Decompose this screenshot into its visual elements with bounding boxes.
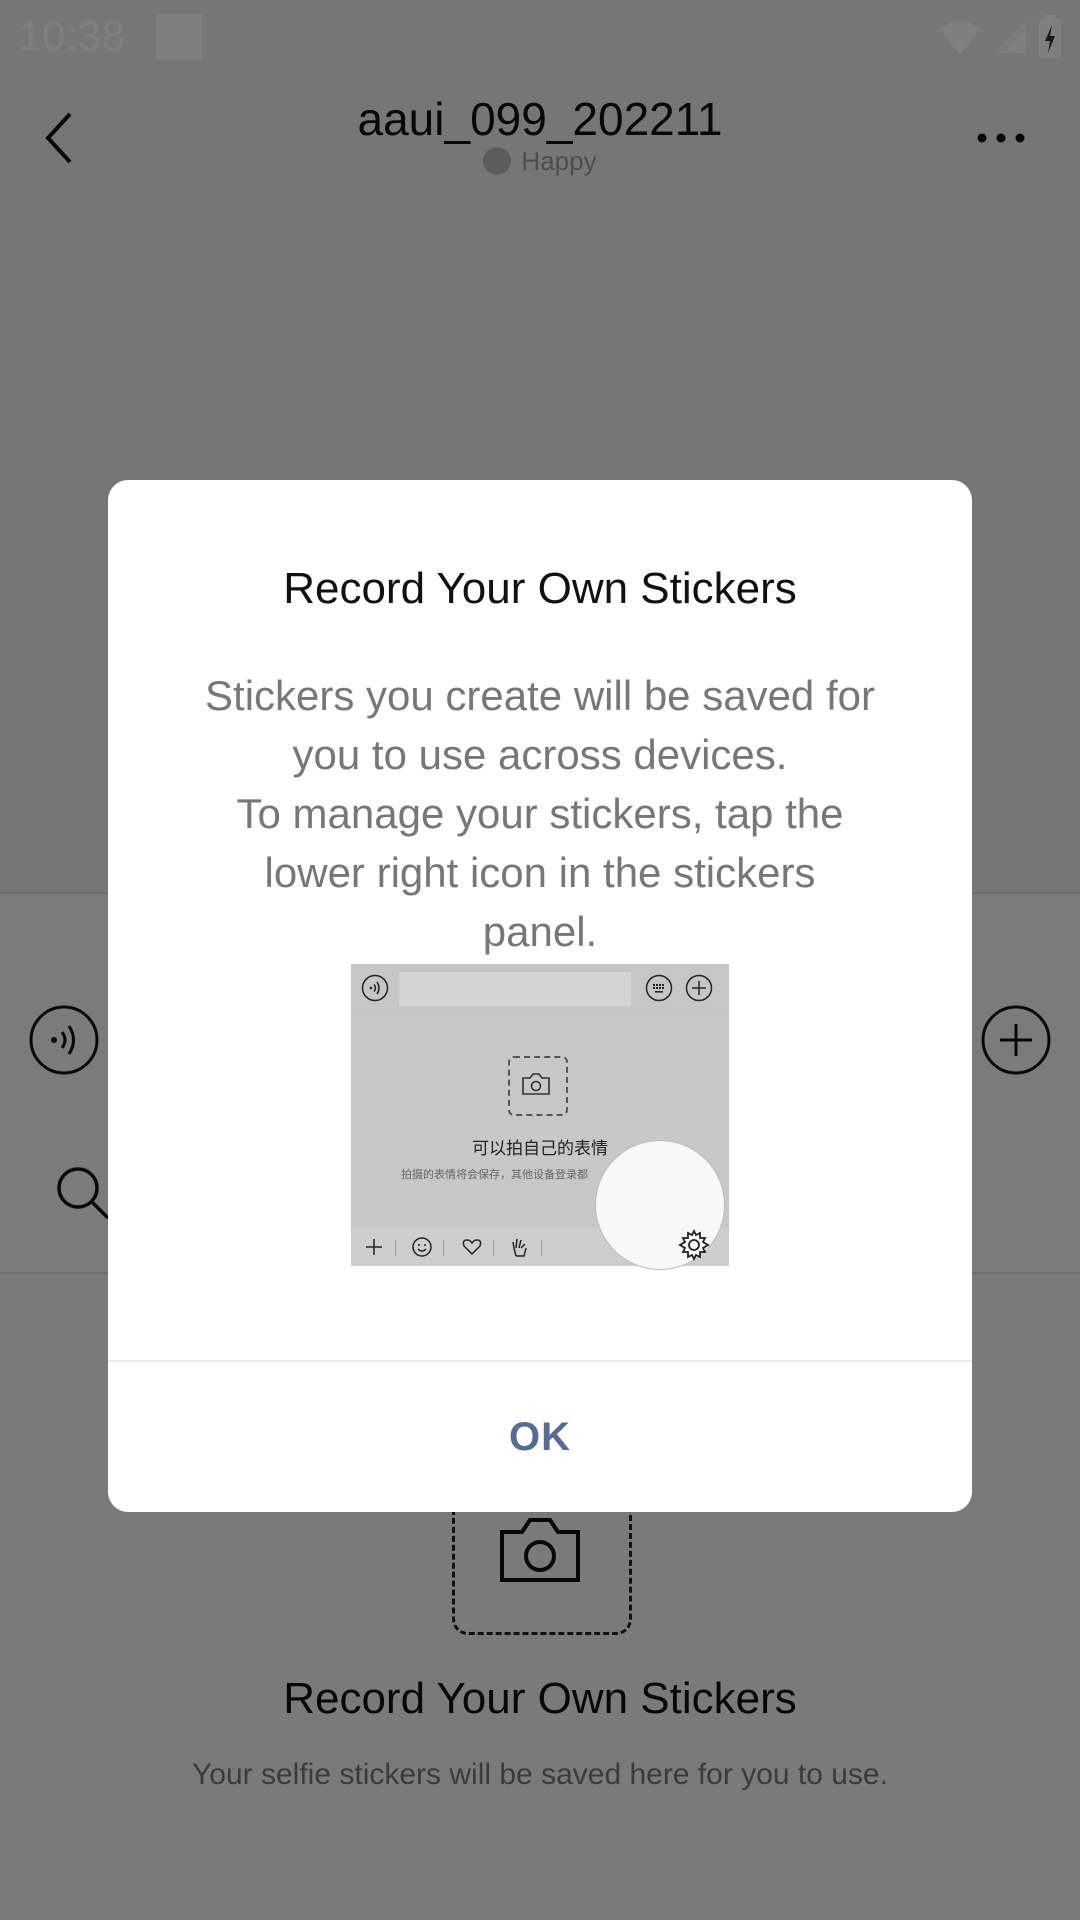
dialog-title: Record Your Own Stickers: [283, 564, 797, 613]
voice-icon: [361, 974, 389, 1002]
dialog-body-line: Stickers you create will be saved for: [205, 672, 875, 719]
divider: [443, 1240, 444, 1256]
dialog-body-line: you to use across devices.: [292, 731, 788, 778]
gear-icon: [678, 1228, 710, 1262]
ok-button[interactable]: OK: [108, 1362, 972, 1512]
dialog-body-line: To manage your stickers, tap the: [236, 790, 844, 837]
illustration-sub-text: 拍摄的表情将会保存，其他设备登录都: [401, 1169, 588, 1181]
heart-icon: [462, 1239, 482, 1256]
divider: [493, 1240, 494, 1256]
emoji-icon: [412, 1237, 432, 1257]
dialog-body-line: lower right icon in the stickers: [264, 849, 816, 896]
sticker-info-dialog: Record Your Own Stickers Stickers you cr…: [108, 480, 972, 1512]
sticker-panel-illustration: 可以拍自己的表情 拍摄的表情将会保存，其他设备登录都: [351, 964, 729, 1270]
plus-icon: [685, 974, 713, 1002]
keyboard-icon: [645, 974, 673, 1002]
camera-icon: [522, 1073, 550, 1095]
plus-icon: [366, 1239, 382, 1255]
illustration-input: [399, 972, 631, 1006]
hand-icon: [512, 1238, 527, 1257]
dialog-body-line: panel.: [482, 908, 598, 955]
divider: [541, 1240, 542, 1256]
dialog-body: Stickers you create will be saved for yo…: [158, 666, 922, 961]
divider: [395, 1240, 396, 1256]
